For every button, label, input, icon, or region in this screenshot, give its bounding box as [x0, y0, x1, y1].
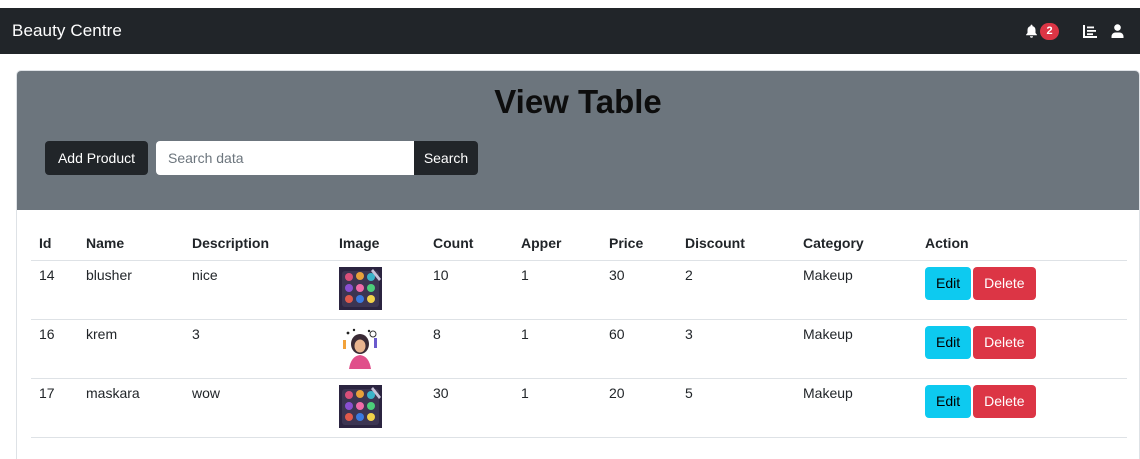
cell-count: 8 — [425, 319, 513, 379]
table-row: 17 maskara wow 30 1 20 5 Makeup Edit Del… — [31, 378, 1127, 438]
products-table: Id Name Description Image Count Apper Pr… — [31, 226, 1127, 438]
table-header-row: Id Name Description Image Count Apper Pr… — [31, 226, 1127, 261]
cell-category: Makeup — [795, 319, 917, 379]
edit-button[interactable]: Edit — [925, 325, 972, 359]
product-table-card: View Table Add Product Search Id Name De… — [16, 70, 1140, 459]
cell-count: 30 — [425, 378, 513, 438]
page-title: View Table — [494, 83, 662, 120]
cell-price: 30 — [601, 260, 677, 320]
cell-description: 3 — [184, 319, 331, 379]
add-product-button[interactable]: Add Product — [45, 141, 148, 175]
cell-id: 17 — [31, 378, 78, 438]
header-description: Description — [184, 226, 331, 261]
notifications-button[interactable]: 2 — [1025, 22, 1059, 40]
header-id: Id — [31, 226, 78, 261]
notification-badge: 2 — [1040, 22, 1059, 40]
cell-discount: 5 — [677, 378, 795, 438]
cell-action: Edit Delete — [917, 319, 1127, 379]
edit-button[interactable]: Edit — [925, 384, 972, 418]
bell-icon — [1025, 24, 1038, 38]
cell-id: 16 — [31, 319, 78, 379]
search-input[interactable] — [156, 141, 414, 175]
brand-logo[interactable]: Beauty Centre — [12, 21, 122, 41]
cell-name: maskara — [78, 378, 184, 438]
product-image-makeup-palette — [339, 266, 382, 310]
header-name: Name — [78, 226, 184, 261]
cell-category: Makeup — [795, 378, 917, 438]
header-apper: Apper — [513, 226, 601, 261]
cell-description: wow — [184, 378, 331, 438]
cell-name: blusher — [78, 260, 184, 320]
table-row: 14 blusher nice 10 1 30 2 Makeup Edit De… — [31, 260, 1127, 320]
edit-button[interactable]: Edit — [925, 266, 972, 300]
product-image-woman-cosmetics — [339, 325, 382, 369]
navbar: Beauty Centre 2 — [0, 8, 1140, 54]
cell-discount: 2 — [677, 260, 795, 320]
cell-count: 10 — [425, 260, 513, 320]
cell-action: Edit Delete — [917, 378, 1127, 438]
cell-apper: 1 — [513, 378, 601, 438]
cell-image — [331, 378, 425, 438]
header-category: Category — [795, 226, 917, 261]
header-action: Action — [917, 226, 1127, 261]
header-count: Count — [425, 226, 513, 261]
cell-discount: 3 — [677, 319, 795, 379]
delete-button[interactable]: Delete — [973, 266, 1036, 300]
header-image: Image — [331, 226, 425, 261]
cell-apper: 1 — [513, 319, 601, 379]
search-button[interactable]: Search — [414, 141, 478, 175]
delete-button[interactable]: Delete — [973, 384, 1036, 418]
nav-actions: 2 — [1025, 8, 1128, 54]
delete-button[interactable]: Delete — [973, 325, 1036, 359]
card-header: View Table Add Product Search — [17, 71, 1139, 210]
list-icon[interactable] — [1083, 24, 1097, 38]
header-discount: Discount — [677, 226, 795, 261]
header-price: Price — [601, 226, 677, 261]
cell-image — [331, 319, 425, 379]
product-image-makeup-palette — [339, 384, 382, 428]
user-icon[interactable] — [1111, 24, 1124, 38]
cell-name: krem — [78, 319, 184, 379]
cell-category: Makeup — [795, 260, 917, 320]
cell-price: 60 — [601, 319, 677, 379]
cell-price: 20 — [601, 378, 677, 438]
cell-apper: 1 — [513, 260, 601, 320]
cell-description: nice — [184, 260, 331, 320]
cell-image — [331, 260, 425, 320]
cell-id: 14 — [31, 260, 78, 320]
cell-action: Edit Delete — [917, 260, 1127, 320]
table-row: 16 krem 3 8 1 60 3 Makeup Edit Delete — [31, 319, 1127, 379]
top-strip — [0, 0, 1140, 8]
